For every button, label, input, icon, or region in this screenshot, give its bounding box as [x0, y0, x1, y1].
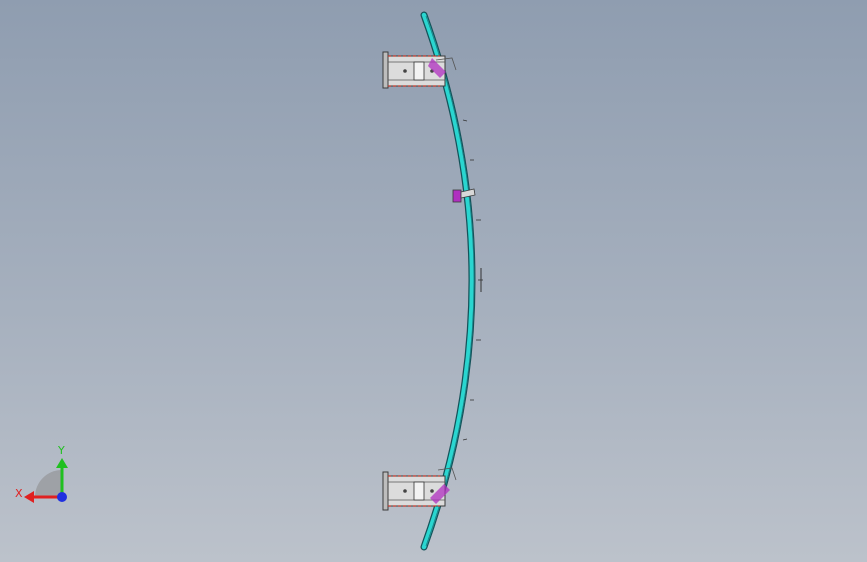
- orientation-triad: Y X: [15, 444, 68, 503]
- y-axis-label: Y: [57, 444, 65, 457]
- triad-plane-icon: [35, 470, 62, 497]
- curved-rail[interactable]: [420, 11, 483, 551]
- model-view[interactable]: [0, 0, 867, 562]
- x-axis-label: X: [15, 487, 23, 500]
- 3d-viewport[interactable]: Y X: [0, 0, 867, 562]
- middle-clip[interactable]: [452, 188, 476, 203]
- z-axis-icon: [57, 492, 67, 502]
- top-bracket[interactable]: [382, 51, 457, 89]
